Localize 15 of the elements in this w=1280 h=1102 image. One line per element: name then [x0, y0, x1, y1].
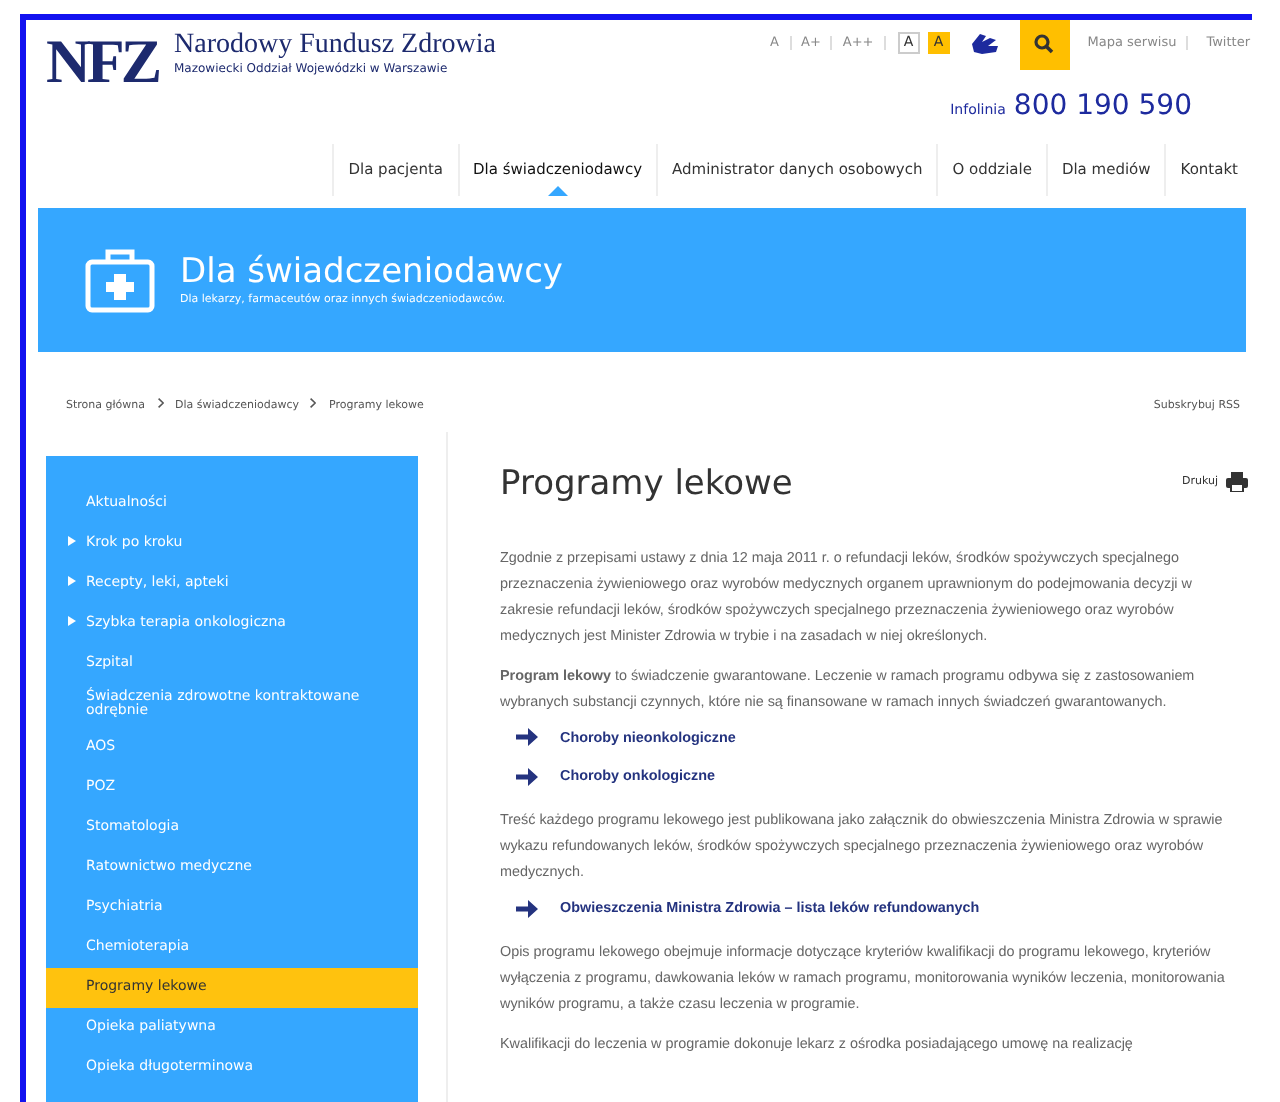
bullet-triangle-icon	[68, 576, 76, 586]
printer-icon[interactable]	[1226, 472, 1248, 492]
arrow-icon	[516, 768, 538, 787]
search-button[interactable]	[1019, 20, 1070, 70]
search-icon[interactable]	[1034, 33, 1055, 53]
hotline-number: 800 190 590	[1013, 88, 1192, 126]
bullet-triangle-icon	[68, 616, 76, 626]
arrow-icon	[516, 728, 538, 747]
organization-name: Narodowy Fundusz Zdrowia	[174, 30, 496, 61]
banner-title: Dla świadczeniodawcy	[180, 251, 563, 293]
medical-kit-icon	[84, 246, 156, 314]
page-title: Programy lekowe	[500, 462, 793, 508]
bullet-triangle-icon	[68, 536, 76, 546]
logo[interactable]: NFZ	[46, 30, 158, 92]
arrow-icon	[516, 899, 538, 918]
